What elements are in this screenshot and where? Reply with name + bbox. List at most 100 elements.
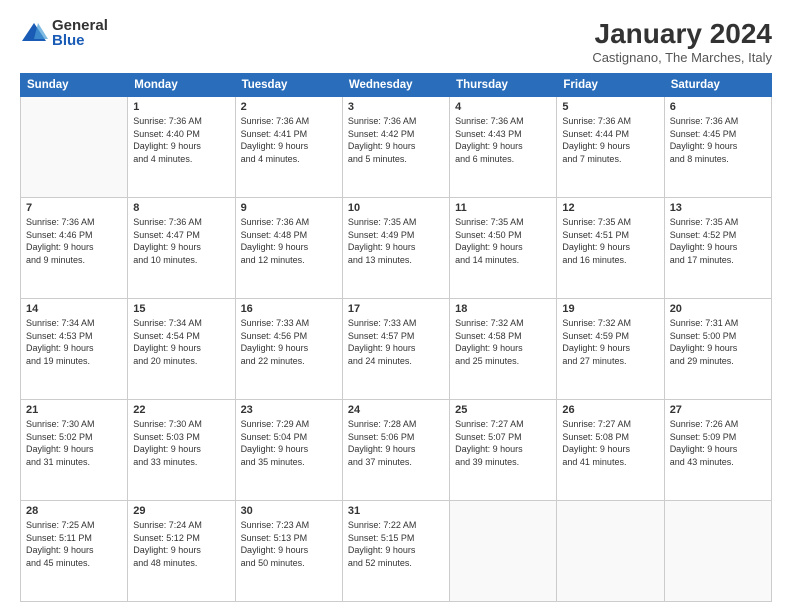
day-info: Sunrise: 7:34 AM Sunset: 4:53 PM Dayligh… <box>26 317 122 367</box>
day-number: 5 <box>562 101 658 113</box>
day-number: 17 <box>348 303 444 315</box>
day-number: 22 <box>133 404 229 416</box>
day-info: Sunrise: 7:25 AM Sunset: 5:11 PM Dayligh… <box>26 519 122 569</box>
day-cell: 15 Sunrise: 7:34 AM Sunset: 4:54 PM Dayli… <box>128 299 235 400</box>
day-cell: 21Sunrise: 7:30 AM Sunset: 5:02 PM Dayli… <box>21 400 128 501</box>
day-cell: 13 Sunrise: 7:35 AM Sunset: 4:52 PM Dayli… <box>664 198 771 299</box>
day-info: Sunrise: 7:26 AM Sunset: 5:09 PM Dayligh… <box>670 418 766 468</box>
day-number: 30 <box>241 505 337 517</box>
logo-blue: Blue <box>52 33 108 48</box>
day-number: 12 <box>562 202 658 214</box>
header-cell-thursday: Thursday <box>450 74 557 97</box>
day-cell: 9Sunrise: 7:36 AM Sunset: 4:48 PM Daylig… <box>235 198 342 299</box>
day-cell: 22Sunrise: 7:30 AM Sunset: 5:03 PM Dayli… <box>128 400 235 501</box>
header-row: SundayMondayTuesdayWednesdayThursdayFrid… <box>21 74 772 97</box>
day-number: 21 <box>26 404 122 416</box>
day-cell: 8Sunrise: 7:36 AM Sunset: 4:47 PM Daylig… <box>128 198 235 299</box>
logo-icon <box>20 19 48 47</box>
week-row-2: 7 Sunrise: 7:36 AM Sunset: 4:46 PM Daylig… <box>21 198 772 299</box>
month-title: January 2024 <box>592 18 772 50</box>
calendar-table: SundayMondayTuesdayWednesdayThursdayFrid… <box>20 73 772 602</box>
day-info: Sunrise: 7:36 AM Sunset: 4:42 PM Dayligh… <box>348 115 444 165</box>
day-info: Sunrise: 7:27 AM Sunset: 5:08 PM Dayligh… <box>562 418 658 468</box>
day-number: 18 <box>455 303 551 315</box>
day-number: 29 <box>133 505 229 517</box>
header: General Blue January 2024 Castignano, Th… <box>20 18 772 65</box>
day-info: Sunrise: 7:27 AM Sunset: 5:07 PM Dayligh… <box>455 418 551 468</box>
day-number: 10 <box>348 202 444 214</box>
title-block: January 2024 Castignano, The Marches, It… <box>592 18 772 65</box>
day-cell: 27 Sunrise: 7:26 AM Sunset: 5:09 PM Dayli… <box>664 400 771 501</box>
day-cell: 12 Sunrise: 7:35 AM Sunset: 4:51 PM Dayli… <box>557 198 664 299</box>
day-info: Sunrise: 7:35 AM Sunset: 4:52 PM Dayligh… <box>670 216 766 266</box>
day-cell: 14 Sunrise: 7:34 AM Sunset: 4:53 PM Dayli… <box>21 299 128 400</box>
day-info: Sunrise: 7:22 AM Sunset: 5:15 PM Dayligh… <box>348 519 444 569</box>
day-cell: 25Sunrise: 7:27 AM Sunset: 5:07 PM Dayli… <box>450 400 557 501</box>
day-cell: 5 Sunrise: 7:36 AM Sunset: 4:44 PM Daylig… <box>557 97 664 198</box>
day-info: Sunrise: 7:32 AM Sunset: 4:58 PM Dayligh… <box>455 317 551 367</box>
day-cell: 23Sunrise: 7:29 AM Sunset: 5:04 PM Dayli… <box>235 400 342 501</box>
day-number: 16 <box>241 303 337 315</box>
day-info: Sunrise: 7:36 AM Sunset: 4:45 PM Dayligh… <box>670 115 766 165</box>
header-cell-monday: Monday <box>128 74 235 97</box>
day-number: 26 <box>562 404 658 416</box>
day-info: Sunrise: 7:33 AM Sunset: 4:57 PM Dayligh… <box>348 317 444 367</box>
day-cell <box>450 501 557 602</box>
day-number: 23 <box>241 404 337 416</box>
day-number: 15 <box>133 303 229 315</box>
day-number: 20 <box>670 303 766 315</box>
day-info: Sunrise: 7:35 AM Sunset: 4:51 PM Dayligh… <box>562 216 658 266</box>
day-number: 8 <box>133 202 229 214</box>
day-cell: 28 Sunrise: 7:25 AM Sunset: 5:11 PM Dayli… <box>21 501 128 602</box>
week-row-4: 21Sunrise: 7:30 AM Sunset: 5:02 PM Dayli… <box>21 400 772 501</box>
day-cell <box>21 97 128 198</box>
logo-general: General <box>52 18 108 33</box>
day-cell: 31Sunrise: 7:22 AM Sunset: 5:15 PM Dayli… <box>342 501 449 602</box>
day-number: 9 <box>241 202 337 214</box>
logo: General Blue <box>20 18 108 48</box>
day-info: Sunrise: 7:31 AM Sunset: 5:00 PM Dayligh… <box>670 317 766 367</box>
day-cell: 30 Sunrise: 7:23 AM Sunset: 5:13 PM Dayli… <box>235 501 342 602</box>
day-number: 14 <box>26 303 122 315</box>
day-info: Sunrise: 7:32 AM Sunset: 4:59 PM Dayligh… <box>562 317 658 367</box>
day-number: 6 <box>670 101 766 113</box>
day-cell: 24 Sunrise: 7:28 AM Sunset: 5:06 PM Dayli… <box>342 400 449 501</box>
day-cell <box>664 501 771 602</box>
page: General Blue January 2024 Castignano, Th… <box>0 0 792 612</box>
day-cell: 11Sunrise: 7:35 AM Sunset: 4:50 PM Dayli… <box>450 198 557 299</box>
day-info: Sunrise: 7:24 AM Sunset: 5:12 PM Dayligh… <box>133 519 229 569</box>
week-row-1: 1Sunrise: 7:36 AM Sunset: 4:40 PM Daylig… <box>21 97 772 198</box>
logo-text: General Blue <box>52 18 108 48</box>
day-cell: 17 Sunrise: 7:33 AM Sunset: 4:57 PM Dayli… <box>342 299 449 400</box>
day-info: Sunrise: 7:36 AM Sunset: 4:46 PM Dayligh… <box>26 216 122 266</box>
subtitle: Castignano, The Marches, Italy <box>592 50 772 65</box>
day-info: Sunrise: 7:23 AM Sunset: 5:13 PM Dayligh… <box>241 519 337 569</box>
header-cell-tuesday: Tuesday <box>235 74 342 97</box>
day-info: Sunrise: 7:34 AM Sunset: 4:54 PM Dayligh… <box>133 317 229 367</box>
day-number: 2 <box>241 101 337 113</box>
day-info: Sunrise: 7:36 AM Sunset: 4:44 PM Dayligh… <box>562 115 658 165</box>
day-info: Sunrise: 7:35 AM Sunset: 4:50 PM Dayligh… <box>455 216 551 266</box>
day-number: 24 <box>348 404 444 416</box>
day-info: Sunrise: 7:36 AM Sunset: 4:40 PM Dayligh… <box>133 115 229 165</box>
week-row-3: 14 Sunrise: 7:34 AM Sunset: 4:53 PM Dayli… <box>21 299 772 400</box>
day-cell: 6 Sunrise: 7:36 AM Sunset: 4:45 PM Daylig… <box>664 97 771 198</box>
day-cell: 2Sunrise: 7:36 AM Sunset: 4:41 PM Daylig… <box>235 97 342 198</box>
header-cell-friday: Friday <box>557 74 664 97</box>
day-info: Sunrise: 7:35 AM Sunset: 4:49 PM Dayligh… <box>348 216 444 266</box>
day-cell: 10 Sunrise: 7:35 AM Sunset: 4:49 PM Dayli… <box>342 198 449 299</box>
header-cell-sunday: Sunday <box>21 74 128 97</box>
day-number: 7 <box>26 202 122 214</box>
day-cell: 19Sunrise: 7:32 AM Sunset: 4:59 PM Dayli… <box>557 299 664 400</box>
day-cell: 16Sunrise: 7:33 AM Sunset: 4:56 PM Dayli… <box>235 299 342 400</box>
day-number: 13 <box>670 202 766 214</box>
day-cell: 20 Sunrise: 7:31 AM Sunset: 5:00 PM Dayli… <box>664 299 771 400</box>
day-info: Sunrise: 7:36 AM Sunset: 4:43 PM Dayligh… <box>455 115 551 165</box>
day-info: Sunrise: 7:28 AM Sunset: 5:06 PM Dayligh… <box>348 418 444 468</box>
header-cell-saturday: Saturday <box>664 74 771 97</box>
day-cell: 4Sunrise: 7:36 AM Sunset: 4:43 PM Daylig… <box>450 97 557 198</box>
day-number: 27 <box>670 404 766 416</box>
day-cell: 1Sunrise: 7:36 AM Sunset: 4:40 PM Daylig… <box>128 97 235 198</box>
day-cell: 29 Sunrise: 7:24 AM Sunset: 5:12 PM Dayli… <box>128 501 235 602</box>
day-number: 28 <box>26 505 122 517</box>
